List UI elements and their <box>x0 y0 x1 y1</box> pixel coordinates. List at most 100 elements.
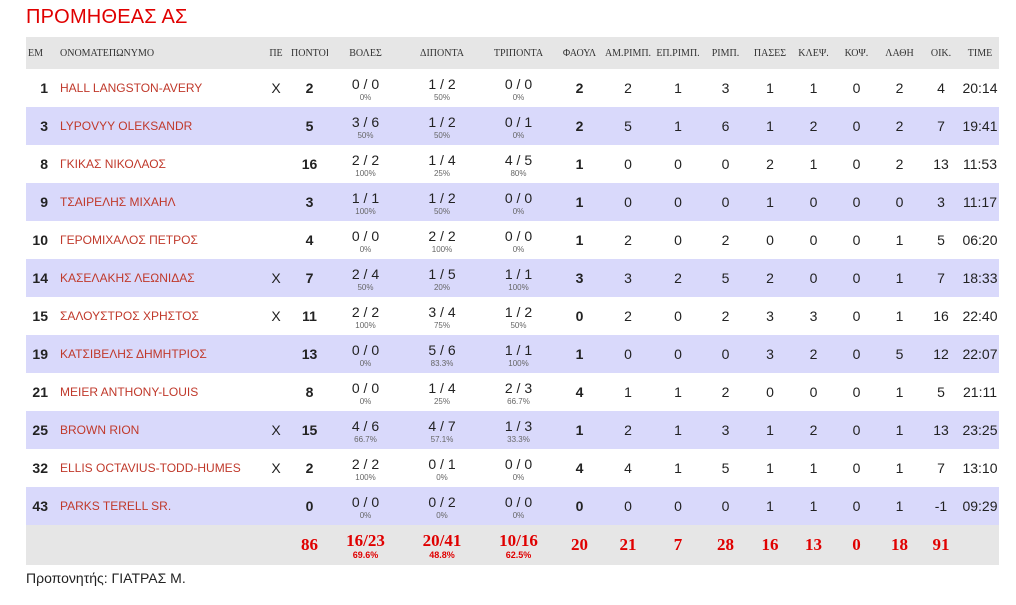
player-name-link[interactable]: MEIER ANTHONY-LOUIS <box>60 385 198 399</box>
two-pointers-made: 3 / 4 <box>428 303 456 320</box>
table-row: 43 PARKS TERELL SR. 0 0 / 0 0% 0 / 2 0% 0 / 0 0%… <box>26 487 999 525</box>
header-row: ΕΜ ΟΝΟΜΑΤΕΠΩΝΥΜΟ ΠΕ ΠΟΝΤΟΙ ΒΟΛΕΣ ΔΙΠΟΝΤΑ… <box>26 37 999 69</box>
two-pointers: 2 / 2 100% <box>403 221 481 259</box>
three-pointers: 1 / 1 100% <box>481 335 556 373</box>
player-points: 15 <box>291 411 328 449</box>
player-number: 9 <box>26 183 56 221</box>
def-rebounds: 0 <box>603 487 653 525</box>
totals-row: 86 16/23 69.6% 20/41 48.8% 10/16 62.5% 2… <box>26 525 999 565</box>
three-pointers-pct: 0% <box>512 206 525 216</box>
play-time: 06:20 <box>961 221 999 259</box>
player-number: 43 <box>26 487 56 525</box>
def-rebounds: 2 <box>603 411 653 449</box>
three-pointers-made: 2 / 3 <box>504 379 533 396</box>
play-time: 20:14 <box>961 69 999 107</box>
player-points: 2 <box>291 449 328 487</box>
player-name-link[interactable]: BROWN RION <box>60 423 139 437</box>
efficiency: 12 <box>921 335 961 373</box>
free-throws: 0 / 0 0% <box>328 373 403 411</box>
table-row: 1 HALL LANGSTON-AVERY X 2 0 / 0 0% 1 / 2 50% 0 /… <box>26 69 999 107</box>
player-name-link[interactable]: ΚΑΤΣΙΒΕΛΗΣ ΔΗΜΗΤΡΙΟΣ <box>60 347 207 361</box>
two-pointers-made: 1 / 5 <box>428 265 456 282</box>
turnovers: 1 <box>878 487 921 525</box>
blocks: 0 <box>835 449 878 487</box>
player-number: 32 <box>26 449 56 487</box>
three-pointers-pct: 0% <box>512 510 525 520</box>
blocks: 0 <box>835 69 878 107</box>
turnovers: 1 <box>878 373 921 411</box>
three-pointers-pct: 0% <box>512 130 525 140</box>
player-name: PARKS TERELL SR. <box>56 487 261 525</box>
starter-mark <box>261 373 291 411</box>
player-number: 3 <box>26 107 56 145</box>
player-name: MEIER ANTHONY-LOUIS <box>56 373 261 411</box>
three-pointers: 0 / 0 0% <box>481 69 556 107</box>
turnovers: 1 <box>878 411 921 449</box>
play-time: 22:07 <box>961 335 999 373</box>
blocks: 0 <box>835 487 878 525</box>
off-rebounds: 1 <box>653 373 703 411</box>
totals-fg2-made: 20/41 <box>422 531 462 550</box>
two-pointers: 5 / 6 83.3% <box>403 335 481 373</box>
blocks: 0 <box>835 145 878 183</box>
player-number: 19 <box>26 335 56 373</box>
rebounds: 3 <box>703 411 748 449</box>
free-throws-pct: 0% <box>359 92 372 102</box>
play-time: 11:53 <box>961 145 999 183</box>
free-throws-pct: 100% <box>355 320 376 330</box>
two-pointers: 1 / 2 50% <box>403 107 481 145</box>
off-rebounds: 1 <box>653 107 703 145</box>
free-throws-pct: 0% <box>359 510 372 520</box>
player-name-link[interactable]: ΓΚΙΚΑΣ ΝΙΚΟΛΑΟΣ <box>60 157 166 171</box>
table-row: 9 ΤΣΑΙΡΕΛΗΣ ΜΙΧΑΗΛ 3 1 / 1 100% 1 / 2 50% 0 / 0… <box>26 183 999 221</box>
player-name-link[interactable]: ΣΑΛΟΥΣΤΡΟΣ ΧΡΗΣΤΟΣ <box>60 309 199 323</box>
turnovers: 5 <box>878 335 921 373</box>
two-pointers-pct: 100% <box>431 244 453 254</box>
player-name-link[interactable]: LYPOVYY OLEKSANDR <box>60 119 192 133</box>
three-pointers-made: 0 / 0 <box>504 455 533 472</box>
free-throws-pct: 100% <box>355 472 376 482</box>
free-throws-pct: 50% <box>357 282 374 292</box>
play-time: 19:41 <box>961 107 999 145</box>
table-row: 25 BROWN RION X 15 4 / 6 66.7% 4 / 7 57.1% 1 / 3… <box>26 411 999 449</box>
player-fouls: 0 <box>556 297 603 335</box>
col-header-three-pointers: ΤΡΙΠΟΝΤΑ <box>481 37 556 69</box>
free-throws-pct: 0% <box>359 358 372 368</box>
two-pointers-pct: 50% <box>433 206 450 216</box>
two-pointers-pct: 20% <box>433 282 450 292</box>
assists: 1 <box>748 411 792 449</box>
play-time: 09:29 <box>961 487 999 525</box>
efficiency: 4 <box>921 69 961 107</box>
assists: 1 <box>748 449 792 487</box>
three-pointers-pct: 33.3% <box>507 434 530 444</box>
table-row: 3 LYPOVYY OLEKSANDR 5 3 / 6 50% 1 / 2 50% 0 / 1… <box>26 107 999 145</box>
starter-mark: X <box>261 297 291 335</box>
three-pointers-pct: 50% <box>510 320 527 330</box>
three-pointers-made: 0 / 0 <box>504 189 533 206</box>
player-name-link[interactable]: ΤΣΑΙΡΕΛΗΣ ΜΙΧΑΗΛ <box>60 195 176 209</box>
totals-turnovers: 18 <box>878 525 921 565</box>
free-throws: 0 / 0 0% <box>328 487 403 525</box>
starter-mark <box>261 107 291 145</box>
player-fouls: 3 <box>556 259 603 297</box>
efficiency: 13 <box>921 411 961 449</box>
player-name-link[interactable]: ELLIS OCTAVIUS-TODD-HUMES <box>60 461 241 475</box>
three-pointers: 4 / 5 80% <box>481 145 556 183</box>
player-name-link[interactable]: ΚΑΣΕΛΑΚΗΣ ΛΕΩΝΙΔΑΣ <box>60 271 195 285</box>
blocks: 0 <box>835 107 878 145</box>
player-name-link[interactable]: HALL LANGSTON-AVERY <box>60 81 202 95</box>
player-name-link[interactable]: ΓΕΡΟΜΙΧΑΛΟΣ ΠΕΤΡΟΣ <box>60 233 198 247</box>
blocks: 0 <box>835 411 878 449</box>
play-time: 11:17 <box>961 183 999 221</box>
steals: 2 <box>792 411 835 449</box>
free-throws-made: 0 / 0 <box>351 227 380 244</box>
totals-two-pointers: 20/41 48.8% <box>403 525 481 565</box>
starter-mark: X <box>261 449 291 487</box>
free-throws-made: 0 / 0 <box>351 379 380 396</box>
player-name-link[interactable]: PARKS TERELL SR. <box>60 499 171 513</box>
rebounds: 2 <box>703 297 748 335</box>
col-header-time: TIME <box>961 37 999 69</box>
player-number: 1 <box>26 69 56 107</box>
two-pointers-made: 5 / 6 <box>428 341 456 358</box>
box-score-table: ΕΜ ΟΝΟΜΑΤΕΠΩΝΥΜΟ ΠΕ ΠΟΝΤΟΙ ΒΟΛΕΣ ΔΙΠΟΝΤΑ… <box>26 37 999 565</box>
